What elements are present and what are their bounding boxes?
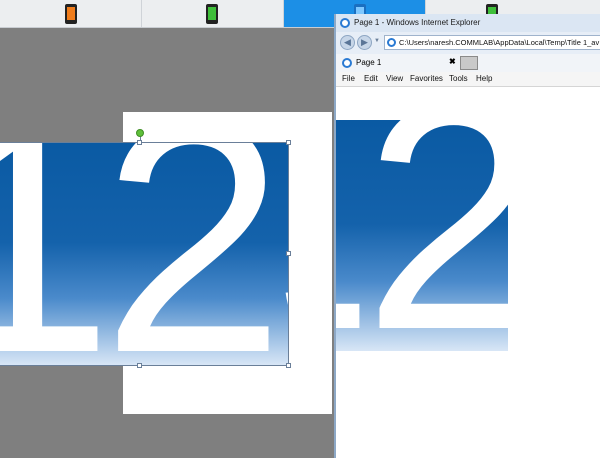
preview-image-123: 123 bbox=[336, 120, 508, 351]
resize-handle-bottom[interactable] bbox=[137, 363, 142, 368]
browser-title-bar: Page 1 - Windows Internet Explorer bbox=[336, 14, 600, 32]
menu-view[interactable]: View bbox=[386, 74, 403, 83]
device-button-phone-orange[interactable] bbox=[0, 0, 142, 27]
back-icon[interactable]: ◀ bbox=[340, 35, 355, 50]
dropdown-arrow-icon[interactable]: ▼ bbox=[374, 38, 380, 44]
ie-logo-icon bbox=[340, 18, 350, 28]
selection-border-bottom bbox=[0, 365, 288, 366]
browser-address-row: ◀ ▶ ▼ C:\Users\naresh.COMMLAB\AppData\Lo… bbox=[336, 32, 600, 54]
menu-edit[interactable]: Edit bbox=[364, 74, 378, 83]
address-bar[interactable]: C:\Users\naresh.COMMLAB\AppData\Local\Te… bbox=[384, 35, 600, 50]
menu-file[interactable]: File bbox=[342, 74, 355, 83]
tab-title[interactable]: Page 1 bbox=[356, 58, 381, 67]
phone-icon bbox=[65, 4, 77, 24]
new-tab-button[interactable] bbox=[460, 56, 478, 70]
page-icon bbox=[387, 38, 396, 47]
device-button-phone-green[interactable] bbox=[142, 0, 284, 27]
resize-handle-bottom-right[interactable] bbox=[286, 363, 291, 368]
rotate-handle[interactable] bbox=[136, 129, 144, 137]
tab-close-icon[interactable]: ✖ bbox=[449, 57, 456, 66]
selection-border-top bbox=[0, 142, 288, 143]
selected-image-123[interactable]: 123 bbox=[0, 142, 288, 365]
preview-digits: 123 bbox=[336, 120, 508, 351]
image-digits: 123 bbox=[0, 142, 288, 365]
browser-title: Page 1 - Windows Internet Explorer bbox=[354, 18, 481, 27]
phone-icon bbox=[206, 4, 218, 24]
tab-page-icon bbox=[342, 58, 352, 68]
browser-menu-bar: File Edit View Favorites Tools Help bbox=[336, 72, 600, 87]
resize-handle-top[interactable] bbox=[137, 140, 142, 145]
address-url: C:\Users\naresh.COMMLAB\AppData\Local\Te… bbox=[399, 38, 600, 47]
menu-help[interactable]: Help bbox=[476, 74, 492, 83]
browser-tab-row: Page 1 ✖ bbox=[336, 54, 600, 72]
menu-favorites[interactable]: Favorites bbox=[410, 74, 443, 83]
menu-tools[interactable]: Tools bbox=[449, 74, 468, 83]
screenshot-stage: 123 Page 1 - Windows Internet Explorer ◀… bbox=[0, 0, 600, 458]
resize-handle-right[interactable] bbox=[286, 251, 291, 256]
resize-handle-top-right[interactable] bbox=[286, 140, 291, 145]
forward-icon[interactable]: ▶ bbox=[357, 35, 372, 50]
